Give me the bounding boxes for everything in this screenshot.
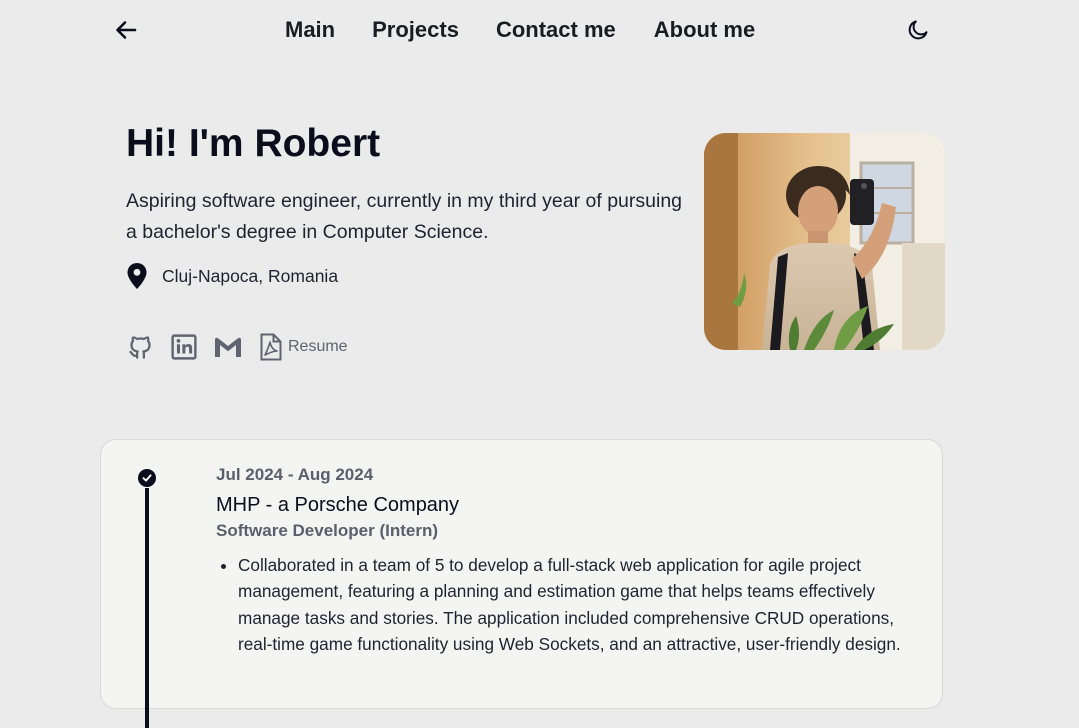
linkedin-link[interactable] — [170, 333, 198, 361]
experience-entry: Jul 2024 - Aug 2024 MHP - a Porsche Comp… — [216, 464, 916, 657]
moon-icon — [908, 20, 928, 40]
hero-section: Hi! I'm Robert Aspiring software enginee… — [126, 118, 686, 361]
location-text: Cluj-Napoca, Romania — [162, 265, 339, 286]
nav-links: Main Projects Contact me About me — [285, 16, 755, 44]
nav-link-main[interactable]: Main — [285, 16, 335, 44]
github-icon — [128, 335, 151, 359]
hero-subtitle: Aspiring software engineer, currently in… — [126, 190, 683, 243]
back-button[interactable] — [112, 16, 140, 44]
nav-link-contact[interactable]: Contact me — [496, 16, 616, 44]
timeline-line — [145, 488, 149, 728]
linkedin-icon — [171, 334, 197, 360]
entry-dates: Jul 2024 - Aug 2024 — [216, 465, 374, 484]
arrow-left-icon — [116, 21, 137, 39]
gmail-link[interactable] — [214, 333, 242, 361]
profile-photo — [704, 133, 945, 350]
location: Cluj-Napoca, Romania — [126, 262, 338, 290]
nav-link-projects[interactable]: Projects — [372, 16, 459, 44]
map-pin-icon — [126, 262, 152, 290]
entry-bullets: Collaborated in a team of 5 to develop a… — [216, 552, 908, 657]
check-circle-icon — [138, 469, 156, 487]
social-links: Resume — [126, 332, 348, 362]
entry-company: MHP - a Porsche Company — [216, 494, 460, 516]
nav-link-about[interactable]: About me — [654, 16, 755, 44]
experience-card: Jul 2024 - Aug 2024 MHP - a Porsche Comp… — [100, 439, 943, 728]
theme-toggle-button[interactable] — [904, 16, 932, 44]
entry-role: Software Developer (Intern) — [216, 521, 438, 540]
hero-title: Hi! I'm Robert — [126, 122, 381, 165]
github-link[interactable] — [126, 333, 154, 361]
pdf-file-icon — [260, 333, 282, 361]
top-nav: Main Projects Contact me About me — [0, 0, 1079, 62]
gmail-icon — [215, 337, 241, 357]
resume-label: Resume — [288, 338, 348, 355]
entry-bullet: Collaborated in a team of 5 to develop a… — [238, 552, 908, 657]
resume-link[interactable]: Resume — [260, 333, 348, 361]
